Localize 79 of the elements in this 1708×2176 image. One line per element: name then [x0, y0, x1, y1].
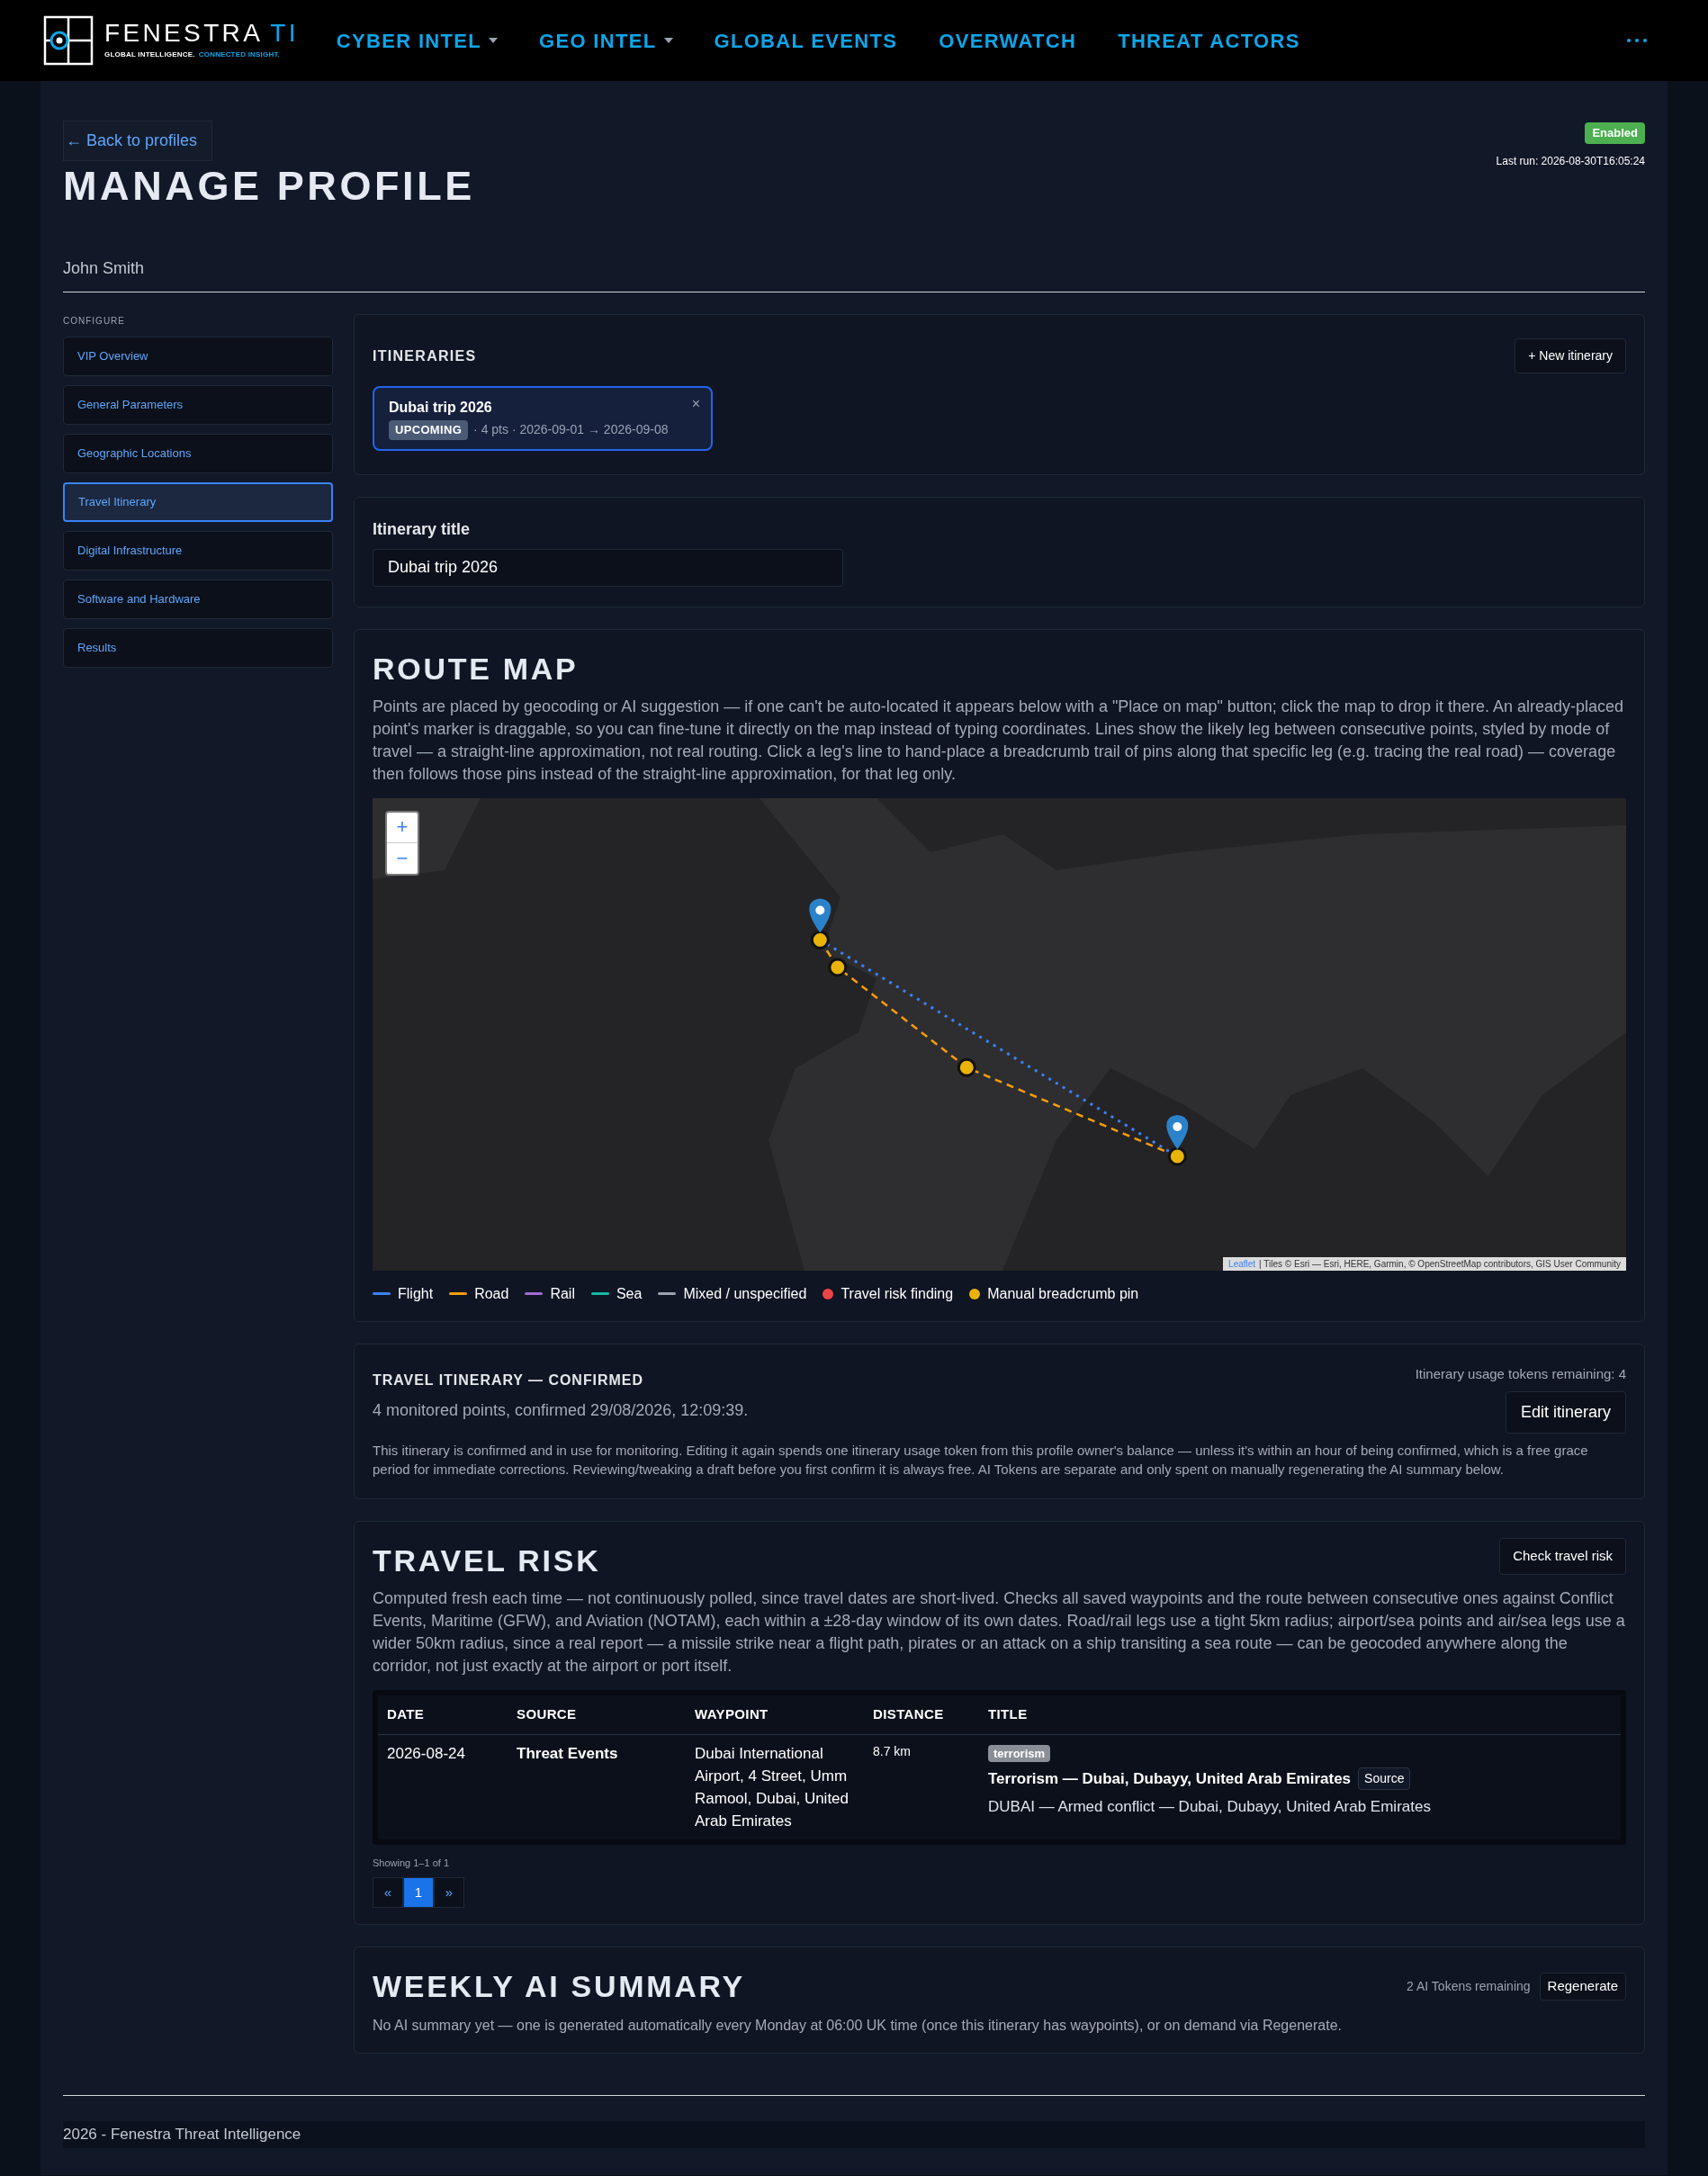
check-travel-risk-button[interactable]: Check travel risk	[1499, 1538, 1626, 1575]
sidebar-item[interactable]: VIP Overview	[63, 337, 333, 376]
legend-label: Rail	[550, 1284, 575, 1303]
summary-text: No AI summary yet — one is generated automatically every Monday at 06:00 UK time (once this itinerary has waypoints), or on demand via Regenerate.	[373, 2017, 1343, 2035]
field-label: Itinerary title	[373, 518, 472, 540]
back-link[interactable]: ← Back to profiles	[63, 121, 213, 161]
ai-tokens-text: 2 AI Tokens remaining	[1407, 1978, 1531, 1995]
section-heading: WEEKLY AI SUMMARY	[373, 1968, 745, 2005]
nav-link[interactable]: CYBER INTEL	[336, 25, 499, 56]
nav-link[interactable]: GEO INTEL	[539, 25, 673, 56]
map-view[interactable]: + − Leaflet | Tiles © Esri — Esri, HERE, Garmin, © OpenStreetMap contributors, GIS User Community	[373, 797, 1626, 1271]
column-header: TITLE	[979, 1695, 1621, 1734]
regenerate-button[interactable]: Regenerate	[1539, 1973, 1626, 2001]
sidebar-heading: CONFIGURE	[63, 315, 126, 328]
logo-accent: TI	[270, 21, 299, 46]
column-header: SOURCE	[508, 1695, 686, 1734]
itinerary-title: Dubai trip 2026	[389, 399, 492, 417]
logo-tagline: GLOBAL INTELLIGENCE.	[104, 49, 195, 60]
itinerary-title-field[interactable]: Dubai trip 2026	[373, 548, 843, 587]
footer-text: 2026 - Fenestra Threat Intelligence	[63, 2121, 1645, 2148]
section-heading: TRAVEL RISK	[373, 1542, 601, 1579]
sidebar-item[interactable]: Software and Hardware	[63, 580, 333, 619]
itinerary-card[interactable]: Dubai trip 2026 UPCOMING · 4 pts · 2026-09-01 → 2026-09-08 ×	[373, 386, 713, 451]
itinerary-meta: · 4 pts · 2026-09-01 → 2026-09-08	[473, 421, 669, 439]
sidebar-item[interactable]: Digital Infrastructure	[63, 531, 333, 571]
status-badge: UPCOMING	[389, 420, 469, 440]
nav-link[interactable]: GLOBAL EVENTS	[714, 25, 898, 56]
logo-tagline-accent: CONNECTED INSIGHT.	[198, 49, 281, 60]
legend-label: Flight	[398, 1284, 434, 1303]
nav-link[interactable]: OVERWATCH	[939, 25, 1077, 56]
table-cell: Dubai International Airport, 4 Street, Umm Ramool, Dubai, United Arab Emirates	[686, 1734, 864, 1839]
nav-link[interactable]: THREAT ACTORS	[1118, 25, 1300, 56]
attribution-text: | Tiles © Esri — Esri, HERE, Garmin, © OpenStreetMap contributors, GIS User Community	[1259, 1257, 1621, 1271]
tokens-remaining-text: Itinerary usage tokens remaining: 4	[1415, 1364, 1626, 1383]
sidebar-item[interactable]: Travel Itinerary	[63, 482, 333, 522]
legend-label: Mixed / unspecified	[683, 1284, 807, 1303]
status-badge: Enabled	[1585, 122, 1645, 144]
zoom-in-button[interactable]: +	[387, 812, 418, 843]
table-cell: 2026-08-24	[378, 1734, 508, 1839]
section-heading: ITINERARIES	[373, 346, 477, 365]
confirmed-note: This itinerary is confirmed and in use for monitoring. Editing it again spends one itinerary usage token from this profile owner's balance — unless it's within an hour of being confirmed, which is a free grace period for immediate corrections. Reviewing/tweaking a draft before you first confirm it is always free. AI Tokens are separate and only spent on manually regenerating the AI summary below.	[373, 1442, 1589, 1479]
pagination-button[interactable]: »	[434, 1877, 464, 1908]
sidebar-item[interactable]: General Parameters	[63, 385, 333, 425]
more-menu-icon[interactable]	[1627, 39, 1647, 42]
zoom-out-button[interactable]: −	[387, 842, 418, 874]
pagination-button[interactable]: «	[373, 1877, 403, 1908]
column-header: DATE	[378, 1695, 508, 1734]
profile-name: John Smith	[63, 259, 145, 277]
category-tag: terrorism	[988, 1744, 1051, 1762]
logo-title: FENESTRA	[104, 21, 264, 46]
route-map-description: Points are placed by geocoding or AI suggestion — if one can't be auto-located it appears below with a "Place on map" button; click the map to drop it there. An already-placed point's marker is draggable, so you can fine-tune it directly on the map instead of typing coordinates. Lines show the likely leg between consecutive points, styled by mode of travel — a straight-line approximation, not real routing. Click a leg's line to hand-place a breadcrumb trail of pins along that specific leg (e.g. tracing the real road) — coverage then follows those pins instead of the straight-line approximation, for that leg only.	[373, 696, 1625, 785]
confirmed-summary: 4 monitored points, confirmed 29/08/2026, 12:09:39.	[373, 1399, 749, 1421]
legend-label: Road	[474, 1284, 509, 1303]
pagination-button[interactable]: 1	[403, 1877, 434, 1908]
caret-icon	[663, 38, 673, 43]
legend-label: Manual breadcrumb pin	[987, 1284, 1139, 1303]
caret-icon	[489, 38, 499, 43]
column-header: DISTANCE	[864, 1695, 979, 1734]
legend-label: Sea	[616, 1284, 643, 1303]
page-title: MANAGE PROFILE	[63, 163, 475, 210]
logo-icon	[43, 15, 94, 66]
section-heading: TRAVEL ITINERARY — CONFIRMED	[373, 1371, 644, 1389]
route-drawing[interactable]	[809, 898, 1189, 1165]
close-button[interactable]: ×	[691, 393, 700, 415]
travel-risk-description: Computed fresh each time — not continuously polled, since travel dates are short-lived. Checks all saved waypoints and the route between consecutive ones against Conflict Events, Maritime (GFW), and Aviation (NOTAM), each within a ±28-day window of its own dates. Road/rail legs use a tight 5km radius; airport/sea points and air/sea legs use a wider 50km radius, since a real report — a missile strike near a flight path, pirates or an attack on a ship transiting a sea route — can be geocoded anywhere along the corridor, not just exactly at the airport or port itself.	[373, 1588, 1626, 1677]
table-cell: Threat Events	[508, 1734, 686, 1839]
sidebar-item[interactable]: Results	[63, 628, 333, 668]
column-header: WAYPOINT	[686, 1695, 864, 1734]
section-heading: ROUTE MAP	[373, 650, 580, 688]
event-title: Terrorism — Dubai, Dubayy, United Arab Emirates	[988, 1768, 1352, 1789]
sidebar-item[interactable]: Geographic Locations	[63, 434, 333, 473]
source-link[interactable]: Source	[1358, 1767, 1411, 1790]
showing-count: Showing 1–1 of 1	[373, 1856, 450, 1870]
table-cell: 8.7 km	[864, 1734, 979, 1839]
event-detail: DUBAI — Armed conflict — Dubai, Dubayy, United Arab Emirates	[988, 1797, 1432, 1817]
last-run-text: Last run: 2026-08-30T16:05:24	[1496, 153, 1645, 169]
legend-label: Travel risk finding	[841, 1284, 954, 1303]
new-itinerary-button[interactable]: + New itinerary	[1515, 338, 1626, 373]
edit-itinerary-button[interactable]: Edit itinerary	[1505, 1391, 1626, 1434]
